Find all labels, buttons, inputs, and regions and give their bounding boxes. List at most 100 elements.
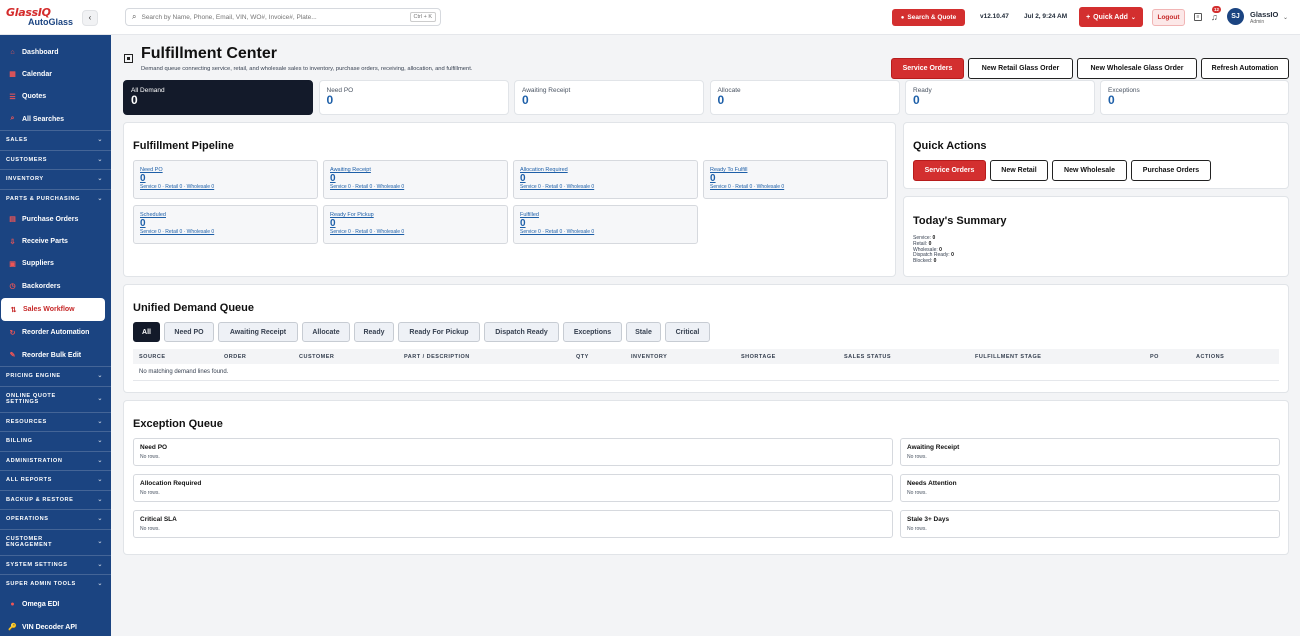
column-source[interactable]: SOURCE — [139, 354, 166, 360]
sidebar-item-receive-parts[interactable]: ⇩ Receive Parts — [0, 230, 111, 252]
column-qty[interactable]: QTY — [576, 354, 589, 360]
pipeline-card-awaiting-receipt[interactable]: Awaiting Receipt 0 Service 0 · Retail 0 · … — [323, 160, 508, 199]
sidebar-item-backorders[interactable]: ◷ Backorders — [0, 275, 111, 297]
new-retail-glass-order-button[interactable]: New Retail Glass Order — [968, 58, 1073, 79]
sidebar-item-all-searches[interactable]: ⌕ All Searches — [0, 108, 111, 130]
sidebar-section-pricing-engine[interactable]: PRICING ENGINE ⌄ — [0, 366, 111, 386]
refresh-automation-button[interactable]: Refresh Automation — [1201, 58, 1289, 79]
stat-tab-awaiting-receipt[interactable]: Awaiting Receipt 0 — [514, 80, 704, 115]
qa-service-orders-button[interactable]: Service Orders — [913, 160, 986, 181]
column-shortage[interactable]: SHORTAGE — [741, 354, 776, 360]
column-actions[interactable]: ACTIONS — [1196, 354, 1224, 360]
stat-tab-ready[interactable]: Ready 0 — [905, 80, 1095, 115]
sidebar-item-suppliers[interactable]: ▣ Suppliers — [0, 253, 111, 275]
column-customer[interactable]: CUSTOMER — [299, 354, 334, 360]
pipeline-card-value[interactable]: 0 — [140, 173, 311, 184]
search-quote-button[interactable]: ● Search & Quote — [892, 9, 965, 26]
sidebar-section-inventory[interactable]: INVENTORY ⌄ — [0, 169, 111, 189]
pipeline-card-breakdown[interactable]: Service 0 · Retail 0 · Wholesale 0 — [520, 229, 691, 235]
filter-critical[interactable]: Critical — [665, 322, 710, 342]
sidebar-item-reorder-automation[interactable]: ↻ Reorder Automation — [0, 322, 111, 344]
sidebar-section-parts-purchasing[interactable]: PARTS & PURCHASING ⌄ — [0, 188, 111, 209]
exception-awaiting-receipt[interactable]: Awaiting Receipt No rows. — [900, 438, 1280, 466]
filter-need-po[interactable]: Need PO — [164, 322, 214, 342]
global-search[interactable]: ⌕ Ctrl + K — [125, 8, 441, 26]
exception-need-po[interactable]: Need PO No rows. — [133, 438, 893, 466]
new-wholesale-glass-order-button[interactable]: New Wholesale Glass Order — [1077, 58, 1197, 79]
filter-ready[interactable]: Ready — [354, 322, 394, 342]
user-name[interactable]: GlassIO — [1250, 10, 1278, 19]
pipeline-card-breakdown[interactable]: Service 0 · Retail 0 · Wholesale 0 — [330, 184, 501, 190]
sidebar-section-super-admin-tools[interactable]: SUPER ADMIN TOOLS ⌄ — [0, 574, 111, 594]
pipeline-card-value[interactable]: 0 — [520, 173, 691, 184]
filter-stale[interactable]: Stale — [626, 322, 661, 342]
pipeline-card-breakdown[interactable]: Service 0 · Retail 0 · Wholesale 0 — [520, 184, 691, 190]
pipeline-card-value[interactable]: 0 — [520, 218, 691, 229]
sidebar-item-omega-edi[interactable]: ● Omega EDI — [0, 594, 111, 616]
column-order[interactable]: ORDER — [224, 354, 246, 360]
qa-new-wholesale-button[interactable]: New Wholesale — [1052, 160, 1127, 181]
qa-purchase-orders-button[interactable]: Purchase Orders — [1131, 160, 1211, 181]
sidebar-section-resources[interactable]: RESOURCES ⌄ — [0, 411, 111, 432]
filter-all[interactable]: All — [133, 322, 160, 342]
column-po[interactable]: PO — [1150, 354, 1159, 360]
exception-stale-3-days[interactable]: Stale 3+ Days No rows. — [900, 510, 1280, 538]
sidebar-section-sales[interactable]: SALES ⌄ — [0, 130, 111, 150]
sidebar-section-billing[interactable]: BILLING ⌄ — [0, 431, 111, 451]
pipeline-card-breakdown[interactable]: Service 0 · Retail 0 · Wholesale 0 — [140, 184, 311, 190]
sidebar-section-online-quote-settings[interactable]: ONLINE QUOTE SETTINGS ⌄ — [0, 385, 111, 412]
sidebar-section-all-reports[interactable]: ALL REPORTS ⌄ — [0, 470, 111, 490]
bell-icon[interactable]: ♫ — [1211, 12, 1218, 22]
document-icon[interactable]: ≡ — [1194, 13, 1202, 21]
pipeline-card-breakdown[interactable]: Service 0 · Retail 0 · Wholesale 0 — [330, 229, 501, 235]
exception-allocation-required[interactable]: Allocation Required No rows. — [133, 474, 893, 502]
pipeline-card-fulfilled[interactable]: Fulfilled 0 Service 0 · Retail 0 · Wholesa… — [513, 205, 698, 244]
sidebar-section-customers[interactable]: CUSTOMERS ⌄ — [0, 149, 111, 170]
filter-allocate[interactable]: Allocate — [302, 322, 350, 342]
filter-exceptions[interactable]: Exceptions — [563, 322, 622, 342]
sidebar-item-reorder-bulk-edit[interactable]: ✎ Reorder Bulk Edit — [0, 344, 111, 366]
column-inventory[interactable]: INVENTORY — [631, 354, 667, 360]
pipeline-card-ready-for-pickup[interactable]: Ready For Pickup 0 Service 0 · Retail 0 · … — [323, 205, 508, 244]
pipeline-card-value[interactable]: 0 — [330, 173, 501, 184]
service-orders-button[interactable]: Service Orders — [891, 58, 964, 79]
sidebar-section-system-settings[interactable]: SYSTEM SETTINGS ⌄ — [0, 554, 111, 575]
pipeline-card-ready-to-fulfill[interactable]: Ready To Fulfill 0 Service 0 · Retail 0 · … — [703, 160, 888, 199]
search-input[interactable] — [141, 13, 410, 21]
avatar[interactable]: SJ — [1227, 8, 1244, 25]
sidebar-section-backup-restore[interactable]: BACKUP & RESTORE ⌄ — [0, 489, 111, 510]
column-sales-status[interactable]: SALES STATUS — [844, 354, 891, 360]
sidebar-item-sales-workflow[interactable]: ⇅ Sales Workflow — [1, 298, 105, 321]
pipeline-card-allocation-required[interactable]: Allocation Required 0 Service 0 · Retail 0… — [513, 160, 698, 199]
sidebar-item-dashboard[interactable]: ⌂ Dashboard — [0, 41, 111, 63]
quick-add-button[interactable]: + Quick Add ⌄ — [1079, 7, 1143, 27]
exception-needs-attention[interactable]: Needs Attention No rows. — [900, 474, 1280, 502]
filter-dispatch-ready[interactable]: Dispatch Ready — [484, 322, 559, 342]
column-part-description[interactable]: PART / DESCRIPTION — [404, 354, 470, 360]
sidebar-item-quotes[interactable]: ☰ Quotes — [0, 86, 111, 108]
pipeline-card-value[interactable]: 0 — [330, 218, 501, 229]
stat-tab-allocate[interactable]: Allocate 0 — [709, 80, 900, 115]
logout-button[interactable]: Logout — [1152, 9, 1185, 26]
exception-critical-sla[interactable]: Critical SLA No rows. — [133, 510, 893, 538]
pipeline-card-value[interactable]: 0 — [710, 173, 881, 184]
chevron-down-icon[interactable]: ⌄ — [1283, 14, 1288, 21]
pipeline-card-breakdown[interactable]: Service 0 · Retail 0 · Wholesale 0 — [710, 184, 881, 190]
filter-ready-for-pickup[interactable]: Ready For Pickup — [398, 322, 480, 342]
pipeline-card-scheduled[interactable]: Scheduled 0 Service 0 · Retail 0 · Wholesa… — [133, 205, 318, 244]
sidebar-section-customer-engagement[interactable]: CUSTOMER ENGAGEMENT ⌄ — [0, 528, 111, 555]
sidebar-item-calendar[interactable]: ▦ Calendar — [0, 63, 111, 85]
pipeline-card-need-po[interactable]: Need PO 0 Service 0 · Retail 0 · Wholesale… — [133, 160, 318, 199]
filter-awaiting-receipt[interactable]: Awaiting Receipt — [218, 322, 298, 342]
stat-tab-all-demand[interactable]: All Demand 0 — [123, 80, 313, 115]
sidebar-item-purchase-orders[interactable]: ▤ Purchase Orders — [0, 208, 111, 230]
pipeline-card-breakdown[interactable]: Service 0 · Retail 0 · Wholesale 0 — [140, 229, 311, 235]
sidebar-item-vin-decoder-api[interactable]: 🔑 VIN Decoder API — [0, 616, 111, 636]
stat-tab-exceptions[interactable]: Exceptions 0 — [1100, 80, 1289, 115]
pipeline-card-value[interactable]: 0 — [140, 218, 311, 229]
sidebar-section-administration[interactable]: ADMINISTRATION ⌄ — [0, 450, 111, 471]
column-fulfillment-stage[interactable]: FULFILLMENT STAGE — [975, 354, 1041, 360]
sidebar-section-operations[interactable]: OPERATIONS ⌄ — [0, 509, 111, 529]
collapse-sidebar-button[interactable]: ‹ — [82, 10, 98, 26]
stat-tab-need-po[interactable]: Need PO 0 — [318, 80, 509, 115]
